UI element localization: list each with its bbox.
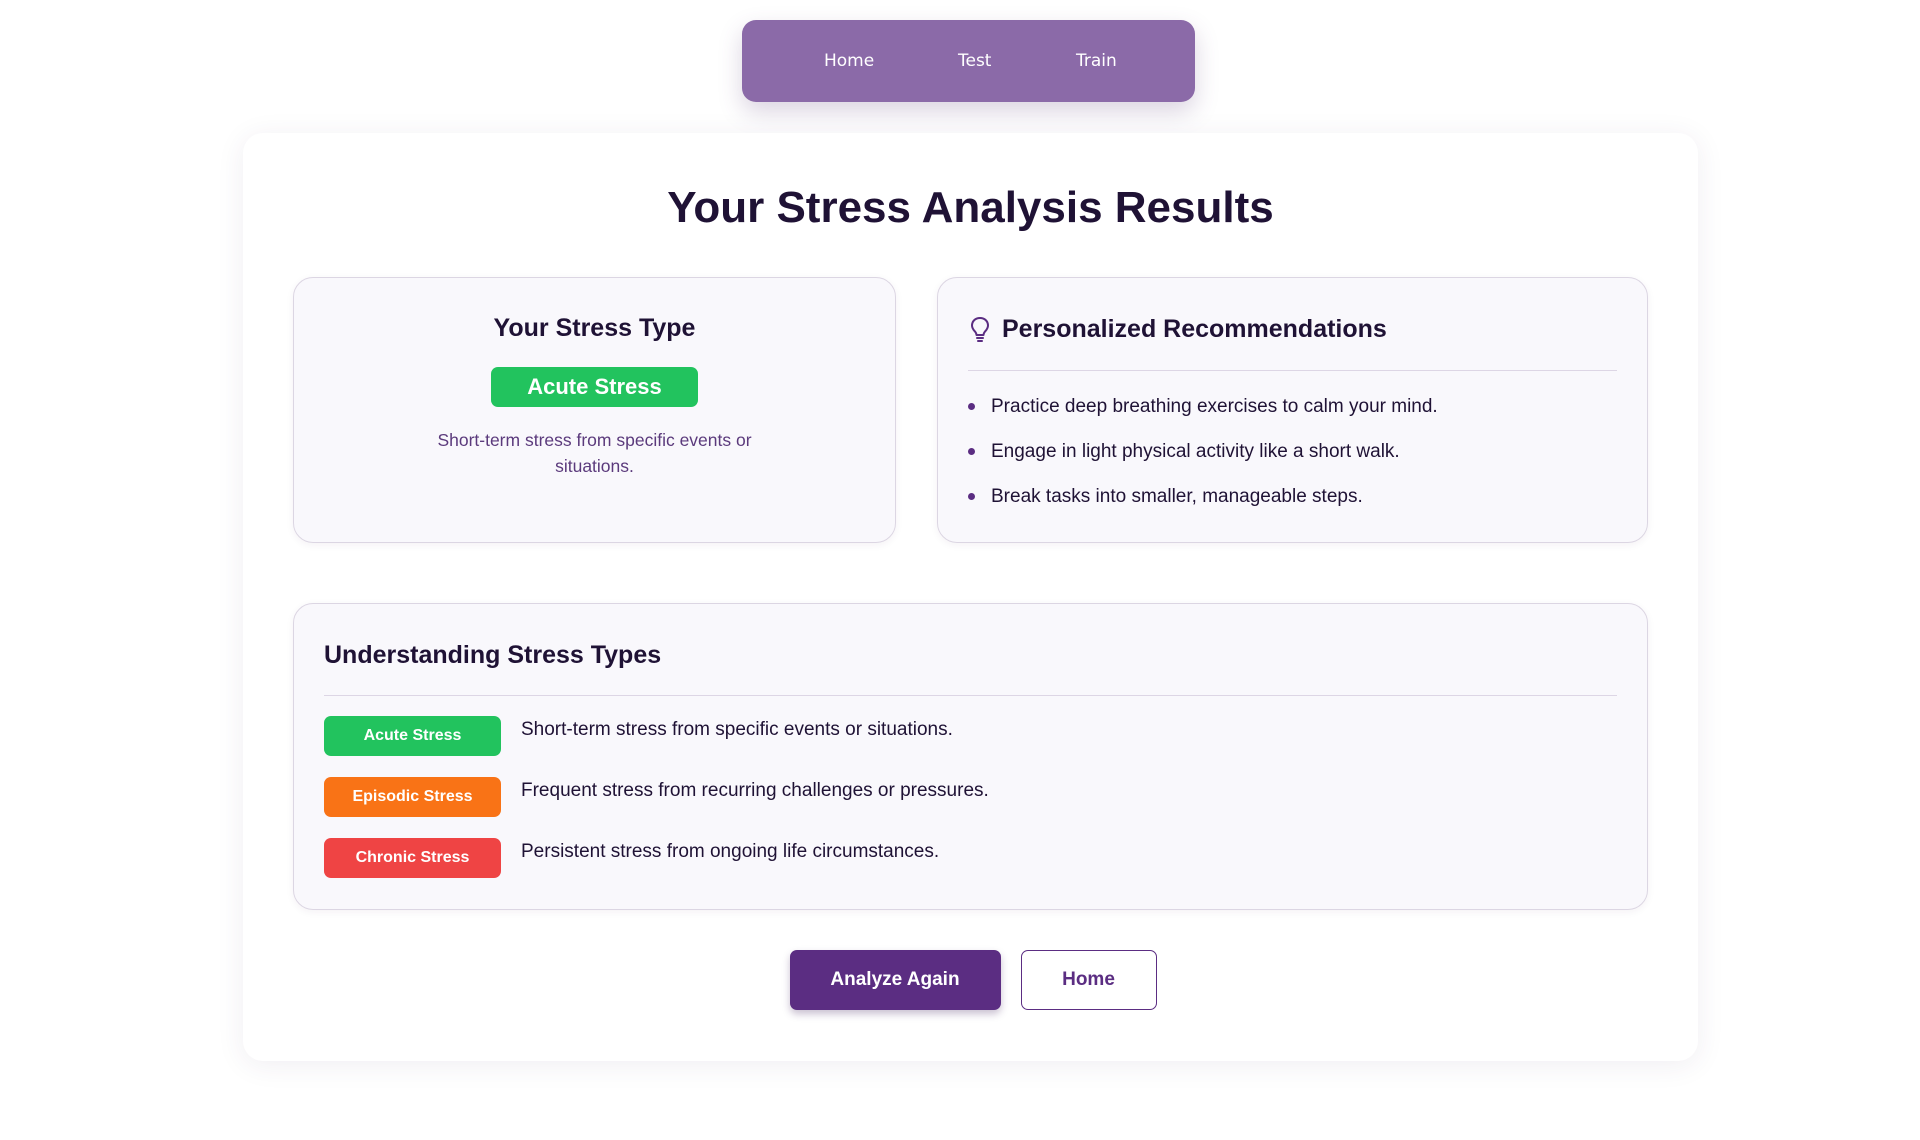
recommendations-heading: Personalized Recommendations	[1002, 314, 1387, 343]
nav-link-home[interactable]: Home	[824, 51, 958, 71]
recommendation-item: Break tasks into smaller, manageable ste…	[968, 485, 1617, 530]
recommendations-panel: Personalized Recommendations Practice de…	[937, 277, 1648, 543]
stress-type-panel: Your Stress Type Acute Stress Short-term…	[293, 277, 896, 543]
stress-type-row-chronic: Chronic Stress Persistent stress from on…	[324, 838, 1617, 899]
recommendation-item: Practice deep breathing exercises to cal…	[968, 395, 1617, 440]
page-title: Your Stress Analysis Results	[667, 183, 1274, 232]
results-card: Your Stress Analysis Results Your Stress…	[243, 133, 1698, 1061]
stress-types-list: Acute Stress Short-term stress from spec…	[324, 716, 1617, 899]
acute-stress-description: Short-term stress from specific events o…	[521, 719, 953, 740]
acute-stress-badge: Acute Stress	[324, 716, 501, 756]
nav-link-test[interactable]: Test	[958, 51, 1076, 71]
chronic-stress-description: Persistent stress from ongoing life circ…	[521, 841, 940, 862]
divider	[324, 695, 1617, 696]
stress-type-row-acute: Acute Stress Short-term stress from spec…	[324, 716, 1617, 777]
analyze-again-button[interactable]: Analyze Again	[789, 950, 1001, 1010]
chronic-stress-badge: Chronic Stress	[324, 838, 501, 878]
lightbulb-icon	[968, 315, 992, 343]
episodic-stress-description: Frequent stress from recurring challenge…	[521, 780, 989, 801]
recommendation-item: Engage in light physical activity like a…	[968, 440, 1617, 485]
action-buttons: Analyze Again Home	[243, 950, 1698, 1010]
top-nav: Home Test Train	[742, 20, 1195, 102]
episodic-stress-badge: Episodic Stress	[324, 777, 501, 817]
nav-link-train[interactable]: Train	[1076, 51, 1117, 71]
recommendations-header: Personalized Recommendations	[968, 314, 1617, 344]
divider	[968, 370, 1617, 371]
stress-type-heading: Your Stress Type	[493, 314, 696, 342]
stress-types-heading: Understanding Stress Types	[324, 641, 662, 669]
stress-type-badge: Acute Stress	[491, 367, 698, 407]
stress-types-panel: Understanding Stress Types Acute Stress …	[293, 603, 1648, 910]
stress-type-row-episodic: Episodic Stress Frequent stress from rec…	[324, 777, 1617, 838]
home-button[interactable]: Home	[1020, 950, 1157, 1010]
stress-type-description: Short-term stress from specific events o…	[437, 430, 752, 476]
recommendations-list: Practice deep breathing exercises to cal…	[968, 395, 1617, 530]
